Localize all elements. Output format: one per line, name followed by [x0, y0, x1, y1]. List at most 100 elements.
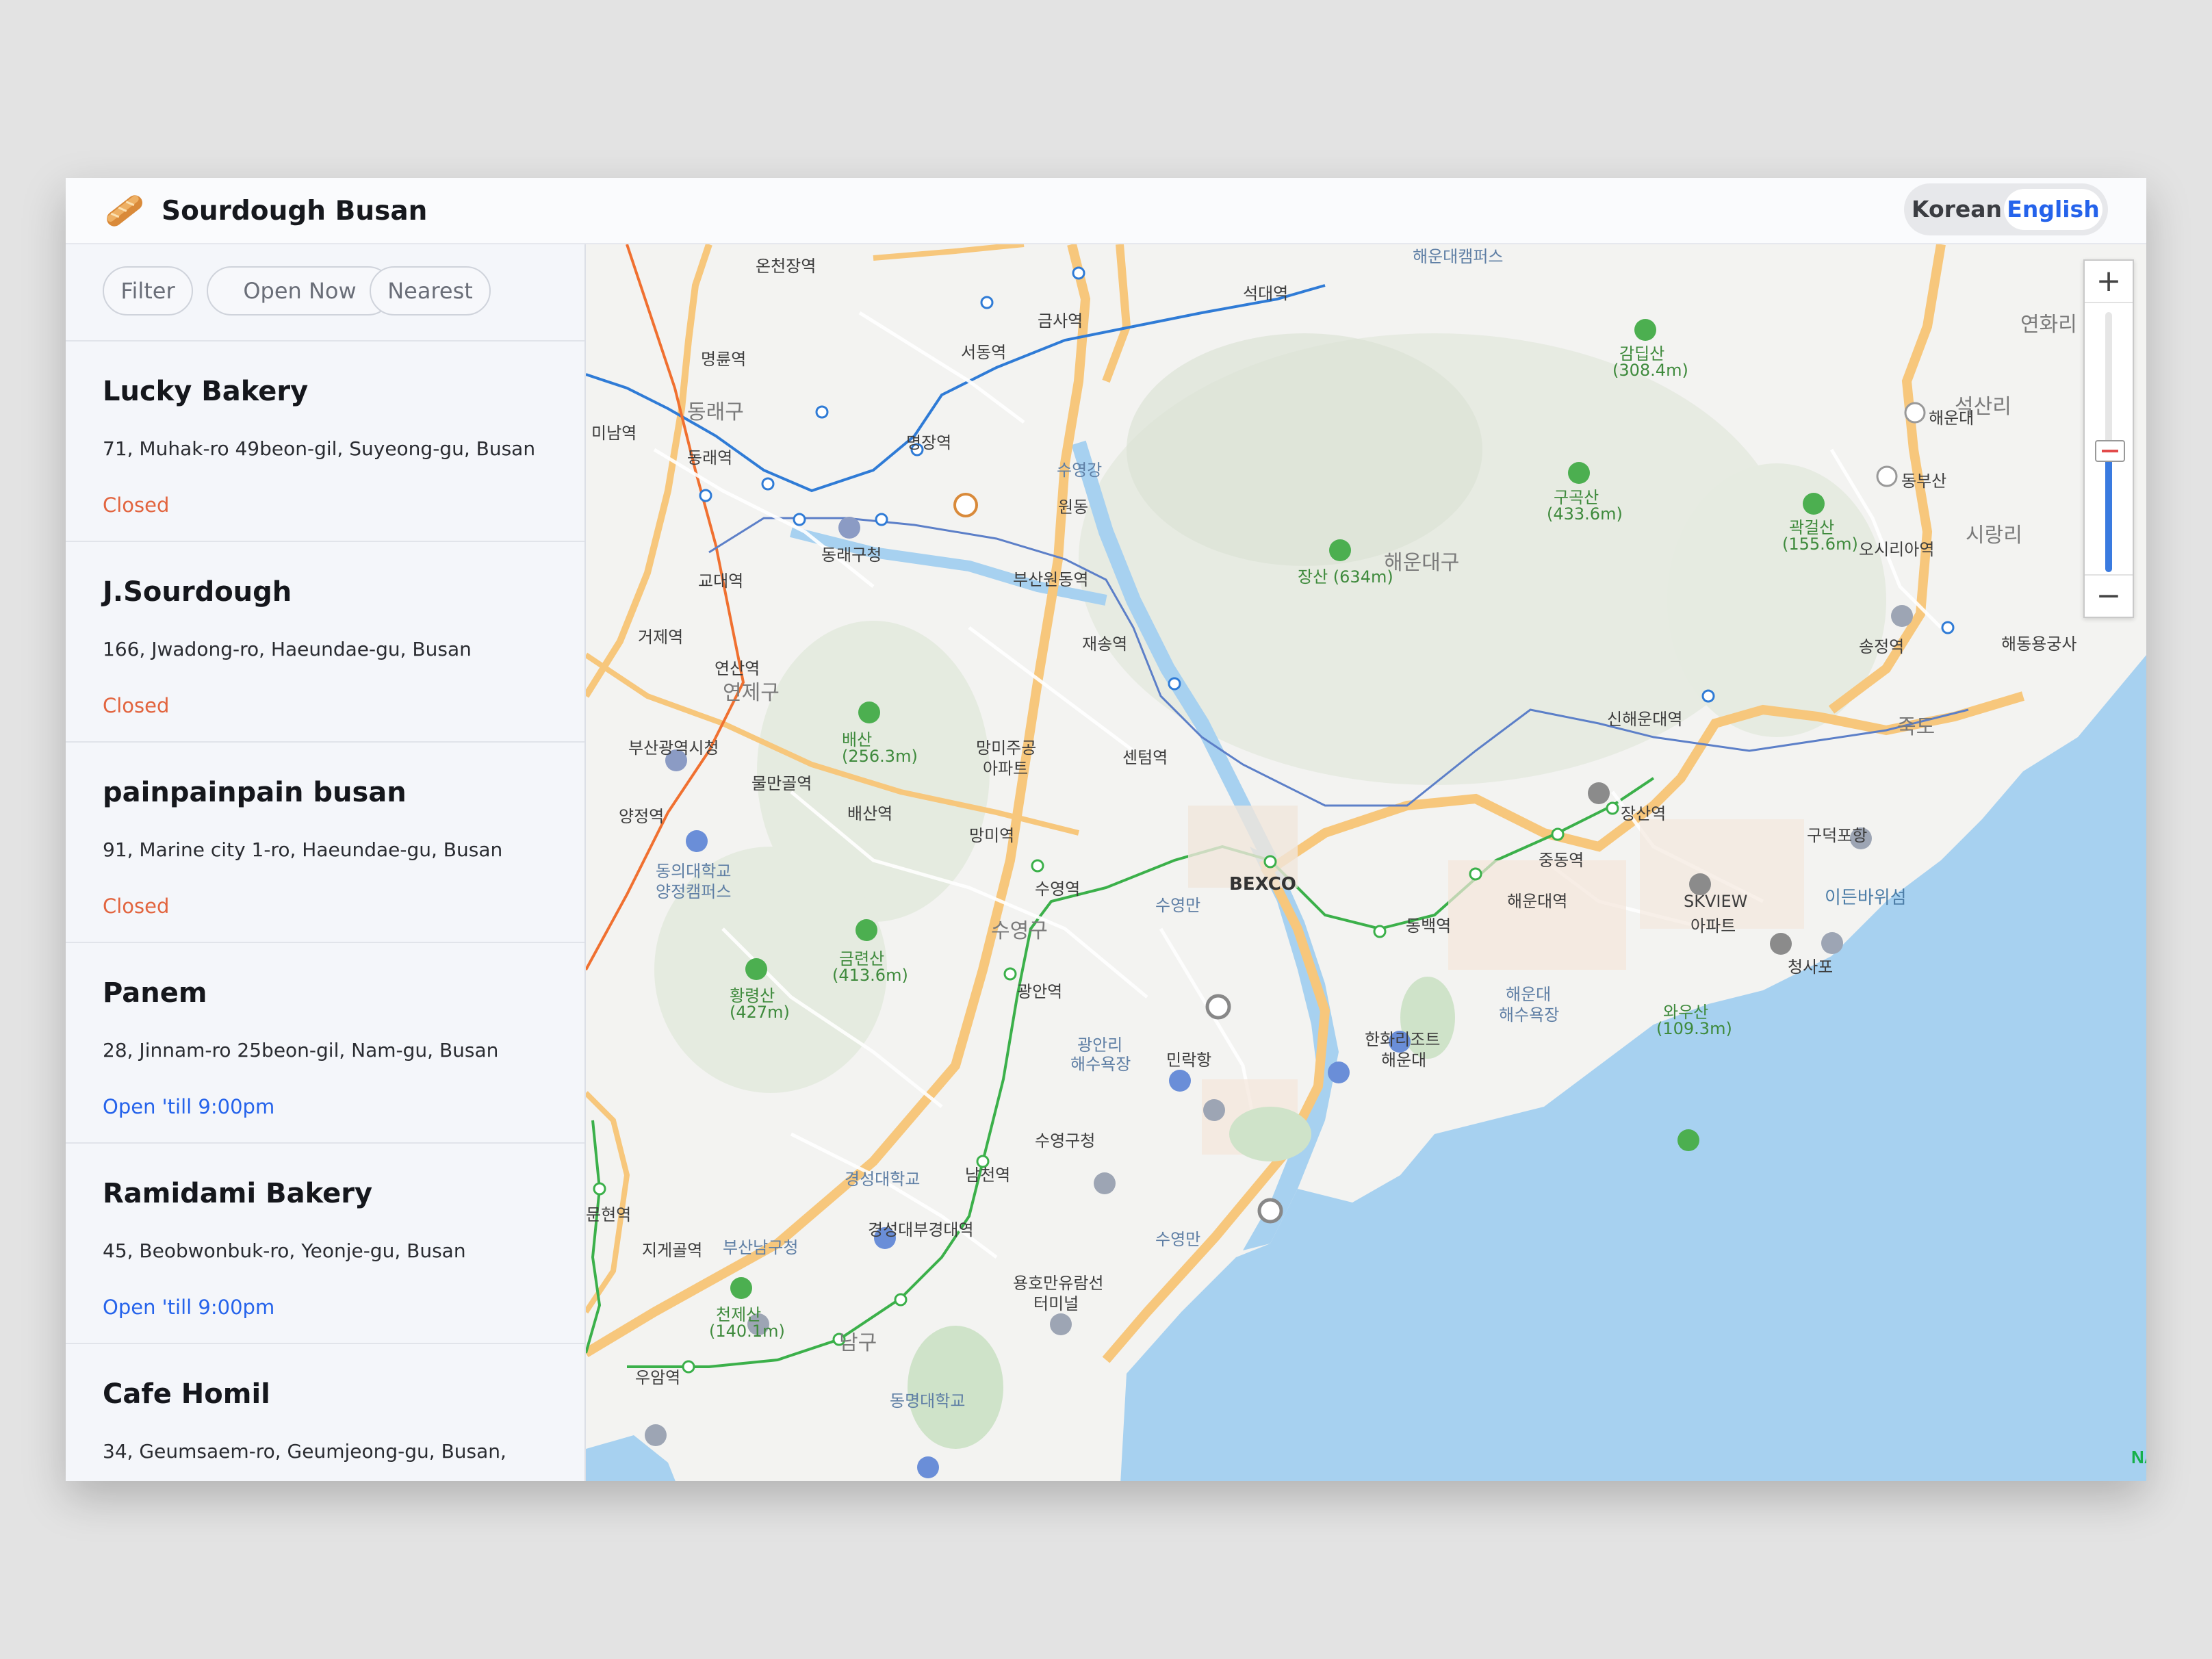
bakery-address: 166, Jwadong-ro, Haeundae-gu, Busan	[103, 638, 472, 660]
map-label: 망미역	[969, 826, 1015, 845]
language-korean-option[interactable]: Korean	[1911, 189, 2003, 230]
map-label: 수영만	[1155, 896, 1201, 915]
list-item[interactable]: painpainpain busan 91, Marine city 1-ro,…	[66, 743, 584, 943]
map-label: 남구	[839, 1331, 877, 1355]
map-label: (109.3m)	[1656, 1019, 1732, 1038]
map-label: 오시리아역	[1859, 540, 1935, 559]
map-label: 양정역	[619, 807, 665, 826]
map-label: 지게골역	[642, 1241, 703, 1260]
map-label: 터미널	[1033, 1294, 1079, 1313]
map-label: 동래구	[687, 400, 744, 424]
language-english-option[interactable]: English	[2004, 189, 2102, 230]
bakery-address: 45, Beobwonbuk-ro, Yeonje-gu, Busan	[103, 1239, 466, 1262]
bakery-name: Ramidami Bakery	[103, 1178, 373, 1209]
map-label: (308.4m)	[1612, 361, 1688, 380]
bakery-status: Open 'till 9:00pm	[103, 1296, 275, 1319]
map-label: 교대역	[698, 571, 744, 591]
bakery-name: painpainpain busan	[103, 777, 407, 808]
bakery-status: Open 'till 9:00pm	[103, 1095, 275, 1118]
map-label: 경성대학교	[845, 1170, 921, 1189]
map-label: 명륜역	[701, 350, 747, 369]
bakery-name: Cafe Homil	[103, 1378, 270, 1410]
zoom-slider-handle[interactable]	[2095, 440, 2125, 462]
map-label: 미남역	[591, 424, 637, 443]
map-label: 배산역	[847, 804, 893, 823]
bakery-sidebar: Filter Open Now Nearest Lucky Bakery 71,…	[66, 244, 586, 1481]
map-label: 해운대캠퍼스	[1413, 247, 1504, 266]
bakery-status: Closed	[103, 895, 170, 918]
bakery-name: J.Sourdough	[103, 576, 292, 608]
map-label: 석대역	[1243, 284, 1289, 303]
map-label: 청사포	[1788, 957, 1834, 977]
bakery-status: Closed	[103, 694, 170, 717]
map-label: 구덕포항	[1807, 826, 1868, 845]
map-label: 우암역	[635, 1368, 681, 1387]
map-label: 동래구청	[821, 545, 882, 565]
list-item[interactable]: J.Sourdough 166, Jwadong-ro, Haeundae-gu…	[66, 542, 584, 743]
map-label: 부산남구청	[723, 1238, 799, 1257]
map-label: 남천역	[965, 1166, 1011, 1185]
park-area	[1229, 1107, 1311, 1161]
map-label: 수영만	[1155, 1230, 1201, 1249]
bread-icon	[107, 195, 142, 227]
app-title: Sourdough Busan	[162, 196, 428, 227]
bakery-address: 28, Jinnam-ro 25beon-gil, Nam-gu, Busan	[103, 1039, 499, 1062]
map-label: 해수욕장	[1499, 1005, 1560, 1025]
app-header: Sourdough Busan Korean English	[66, 178, 2146, 244]
bakery-address: 71, Muhak-ro 49beon-gil, Suyeong-gu, Bus…	[103, 437, 536, 460]
zoom-in-button[interactable]: +	[2085, 261, 2133, 303]
zoom-out-button[interactable]: −	[2085, 574, 2133, 617]
map-label: 신해운대역	[1607, 710, 1683, 729]
map-label: 동명대학교	[890, 1391, 966, 1411]
map-view[interactable]: 해운대캠퍼스 온천장역 금사역 석대역 명륜역 서동역 동래구 동래역 미남역 …	[586, 244, 2146, 1481]
map-label: 금사역	[1038, 311, 1083, 331]
map-label: 연화리	[2020, 313, 2077, 337]
mountain-shade	[1127, 333, 1482, 566]
map-label: 명장역	[906, 433, 952, 452]
map-canvas	[586, 244, 2146, 1481]
zoom-control: + −	[2083, 259, 2134, 618]
bakery-name: Lucky Bakery	[103, 376, 309, 407]
map-label: 해수욕장	[1070, 1055, 1131, 1074]
map-label: 해운대역	[1507, 892, 1568, 911]
map-label: 시랑리	[1966, 524, 2022, 548]
sea-area	[586, 1435, 676, 1481]
map-label: 재송역	[1082, 634, 1128, 654]
bakery-status: Closed	[103, 493, 170, 517]
map-label: 수영역	[1035, 879, 1081, 899]
map-label: 수영구청	[1035, 1131, 1096, 1150]
map-label: 송정역	[1859, 637, 1905, 656]
map-label: 온천장역	[756, 257, 816, 276]
filter-button[interactable]: Filter	[103, 266, 193, 316]
map-label: 동부산	[1901, 472, 1947, 491]
map-label: 원동	[1058, 498, 1089, 517]
map-label: 물만골역	[751, 774, 812, 793]
list-item[interactable]: Lucky Bakery 71, Muhak-ro 49beon-gil, Su…	[66, 342, 584, 542]
map-label: 석산리	[1955, 395, 2011, 419]
bakery-list: Lucky Bakery 71, Muhak-ro 49beon-gil, Su…	[66, 342, 584, 1481]
map-label: 부산광역시청	[628, 738, 719, 758]
map-label: 해동용궁사	[2001, 634, 2077, 654]
map-label: 경성대부경대역	[868, 1220, 974, 1239]
map-label: 이든바위섬	[1825, 888, 1907, 908]
road	[873, 244, 1025, 261]
list-item[interactable]: Cafe Homil 34, Geumsaem-ro, Geumjeong-gu…	[66, 1344, 584, 1481]
map-label: 거제역	[638, 628, 684, 647]
map-label: 장산 (634m)	[1298, 567, 1393, 587]
app-window: Sourdough Busan Korean English Filter Op…	[66, 178, 2146, 1481]
list-item[interactable]: Ramidami Bakery 45, Beobwonbuk-ro, Yeonj…	[66, 1144, 584, 1344]
map-label: 광안역	[1017, 982, 1063, 1001]
map-label: SKVIEW	[1684, 892, 1748, 911]
map-label: 연제구	[723, 681, 780, 705]
map-label: 수영강	[1057, 461, 1103, 480]
map-label: 수영구	[991, 919, 1048, 943]
map-label: 부산원동역	[1013, 570, 1089, 589]
list-item[interactable]: Panem 28, Jinnam-ro 25beon-gil, Nam-gu, …	[66, 943, 584, 1144]
open-now-button[interactable]: Open Now	[207, 266, 393, 316]
map-label: (427m)	[730, 1003, 790, 1022]
bakery-address: 34, Geumsaem-ro, Geumjeong-gu, Busan,	[103, 1440, 506, 1463]
map-label: (433.6m)	[1547, 504, 1623, 524]
nearest-button[interactable]: Nearest	[370, 266, 491, 316]
map-label: 양정캠퍼스	[656, 882, 732, 901]
language-toggle[interactable]: Korean English	[1904, 183, 2108, 235]
